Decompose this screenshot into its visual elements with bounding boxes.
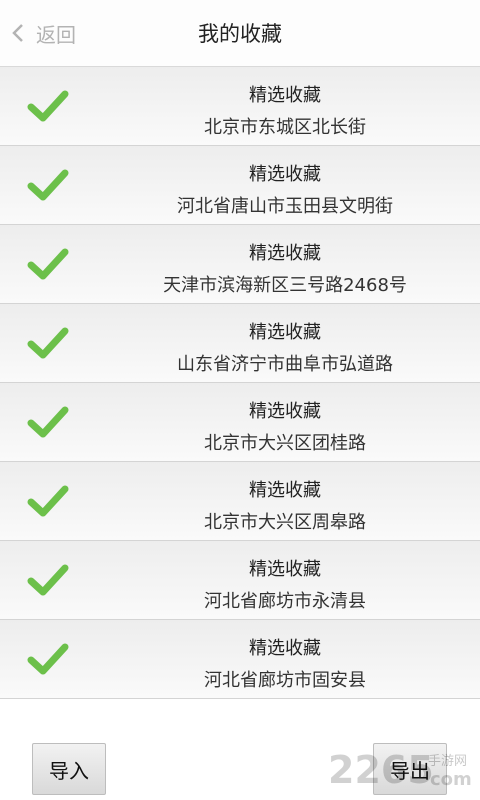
favorite-item[interactable]: 精选收藏北京市大兴区周皋路: [0, 462, 480, 541]
favorite-address: 北京市东城区北长街: [204, 117, 366, 138]
header-bar: 返回 我的收藏: [0, 0, 480, 67]
favorite-item[interactable]: 精选收藏北京市东城区北长街: [0, 67, 480, 146]
favorite-item[interactable]: 精选收藏天津市滨海新区三号路2468号: [0, 225, 480, 304]
checkmark-icon[interactable]: [26, 560, 70, 600]
checkmark-icon[interactable]: [26, 165, 70, 205]
favorite-name: 精选收藏: [249, 480, 321, 501]
favorite-address: 天津市滨海新区三号路2468号: [163, 275, 407, 296]
favorite-name: 精选收藏: [249, 243, 321, 264]
favorite-name: 精选收藏: [249, 164, 321, 185]
favorite-name: 精选收藏: [249, 85, 321, 106]
favorite-address: 河北省廊坊市固安县: [204, 670, 366, 691]
checkmark-icon[interactable]: [26, 639, 70, 679]
favorite-item[interactable]: 精选收藏山东省济宁市曲阜市弘道路: [0, 304, 480, 383]
favorite-item[interactable]: 精选收藏河北省廊坊市永清县: [0, 541, 480, 620]
favorite-item[interactable]: 精选收藏河北省廊坊市固安县: [0, 620, 480, 699]
favorite-name: 精选收藏: [249, 638, 321, 659]
favorite-address: 河北省唐山市玉田县文明街: [177, 196, 393, 217]
favorite-address: 河北省廊坊市永清县: [204, 591, 366, 612]
import-button[interactable]: 导入: [32, 743, 106, 795]
favorite-item[interactable]: 精选收藏河北省唐山市玉田县文明街: [0, 146, 480, 225]
checkmark-icon[interactable]: [26, 481, 70, 521]
favorite-address: 北京市大兴区团桂路: [204, 433, 366, 454]
checkmark-icon[interactable]: [26, 323, 70, 363]
checkmark-icon[interactable]: [26, 86, 70, 126]
checkmark-icon[interactable]: [26, 244, 70, 284]
page-title: 我的收藏: [198, 22, 282, 46]
favorites-list: 精选收藏 北京市东城区北长街 精选收藏 河北省唐山市玉田县文明街 精选收藏 天津市滨海新区…: [0, 67, 480, 699]
checkmark-icon[interactable]: [26, 402, 70, 442]
favorite-address: 山东省济宁市曲阜市弘道路: [177, 354, 393, 375]
favorite-name: 精选收藏: [249, 559, 321, 580]
export-button[interactable]: 导出: [373, 743, 447, 795]
favorite-address: 北京市大兴区周皋路: [204, 512, 366, 533]
favorite-name: 精选收藏: [249, 401, 321, 422]
favorite-name: 精选收藏: [249, 322, 321, 343]
favorite-item[interactable]: 精选收藏北京市大兴区团桂路: [0, 383, 480, 462]
